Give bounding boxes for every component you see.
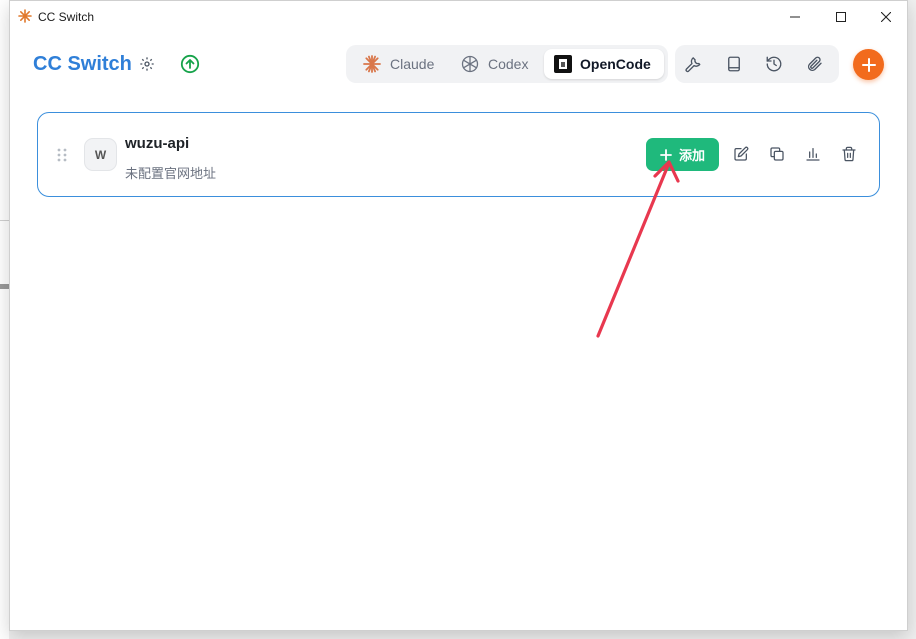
minimize-button[interactable] [772,1,818,32]
tab-label: Codex [488,56,529,72]
attachments-button[interactable] [802,51,828,77]
duplicate-button[interactable] [766,143,788,165]
provider-card[interactable]: W wuzu-api 未配置官网地址 添加 [37,112,880,197]
copy-icon [770,147,784,161]
brand-title[interactable]: CC Switch [33,53,132,76]
close-button[interactable] [863,1,909,32]
delete-button[interactable] [838,143,860,165]
plus-icon [660,148,672,161]
divider [0,220,9,221]
history-icon [766,56,782,72]
openai-icon [461,55,479,73]
toolbar [675,45,839,83]
gear-icon [140,57,154,71]
edit-button[interactable] [730,143,752,165]
edit-icon [734,146,749,161]
provider-name: wuzu-api [125,135,190,152]
tab-claude[interactable]: Claude [352,49,448,79]
opencode-icon [554,55,572,73]
close-icon [881,11,891,22]
app-switcher: Claude Codex OpenCode [346,45,668,83]
tools-button[interactable] [680,51,706,77]
plus-icon [861,57,876,72]
window-title: CC Switch [38,10,95,24]
add-button[interactable]: 添加 [646,138,719,171]
update-button[interactable] [177,51,203,77]
maximize-icon [836,11,846,22]
history-button[interactable] [761,51,787,77]
minimize-icon [790,16,800,17]
trash-icon [842,146,856,162]
maximize-button[interactable] [818,1,864,32]
wrench-icon [685,57,701,73]
tab-label: OpenCode [580,56,651,72]
tab-opencode[interactable]: OpenCode [544,49,664,79]
bar-chart-icon [806,148,820,161]
tab-codex[interactable]: Codex [450,49,542,79]
drag-handle-icon[interactable] [56,147,68,163]
app-logo-icon [18,9,32,23]
settings-button[interactable] [134,51,160,77]
docs-button[interactable] [721,51,747,77]
provider-avatar: W [84,138,117,171]
tab-label: Claude [390,56,435,72]
paperclip-icon [808,56,822,71]
title-bar: CC Switch [10,1,907,32]
add-button-label: 添加 [678,148,705,163]
app-window: CC Switch CC Switch Claude Codex OpenCod… [9,0,908,631]
claude-icon [363,55,381,73]
arrow-up-circle-icon [180,54,200,74]
add-provider-button[interactable] [853,49,884,80]
background-app-edge [0,0,9,639]
book-icon [728,56,740,72]
divider [0,284,9,289]
usage-stats-button[interactable] [802,143,824,165]
provider-website-status: 未配置官网地址 [125,166,217,181]
